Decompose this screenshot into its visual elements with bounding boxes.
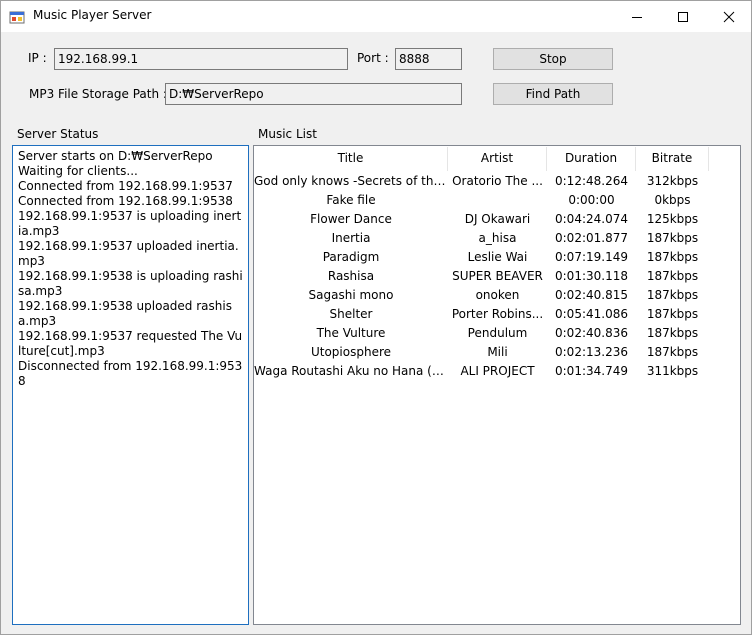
music-list-row[interactable]: Inertia a_hisa 0:02:01.877 187kbps [254,229,740,248]
music-list-row[interactable]: Utopiosphere Mili 0:02:13.236 187kbps [254,343,740,362]
close-icon [723,11,735,22]
ip-field[interactable]: 192.168.99.1 [54,48,348,70]
path-label: MP3 File Storage Path : [29,87,167,101]
track-bitrate: 187kbps [646,250,699,264]
column-header-title[interactable]: Title [254,147,448,171]
track-artist: DJ Okawari [464,212,531,226]
track-bitrate: 187kbps [646,326,699,340]
music-list-heading: Music List [258,127,317,141]
status-log-line: 192.168.99.1:9538 uploaded rashisa.mp3 [18,299,232,328]
track-artist: Mili [487,345,508,359]
track-artist: Oratorio The ... [452,174,543,188]
track-title: Flower Dance [310,212,392,226]
track-artist: Porter Robins... [451,307,544,321]
music-list-row[interactable]: Paradigm Leslie Wai 0:07:19.149 187kbps [254,248,740,267]
track-title: Rashisa [327,269,375,283]
music-list-row[interactable]: Sagashi mono onoken 0:02:40.815 187kbps [254,286,740,305]
status-log-line: 192.168.99.1:9538 is uploading rashisa.m… [18,269,243,298]
track-bitrate: 312kbps [646,174,699,188]
music-list[interactable]: Title Artist Duration Bitrate God only k… [253,145,741,625]
track-duration: 0:02:01.877 [555,231,628,245]
track-title: Sagashi mono [308,288,394,302]
track-title: The Vulture [316,326,386,340]
track-title: Waga Routashi Aku no Hana (T... [254,364,448,378]
port-label: Port : [357,51,389,65]
music-list-row[interactable]: The Vulture Pendulum 0:02:40.836 187kbps [254,324,740,343]
track-bitrate: 187kbps [646,345,699,359]
maximize-icon [678,11,688,22]
find-path-button[interactable]: Find Path [493,83,613,105]
track-bitrate: 187kbps [646,288,699,302]
window-title: Music Player Server [33,8,152,22]
track-artist: Pendulum [467,326,528,340]
status-log-line: 192.168.99.1:9537 is uploading inertia.m… [18,209,242,238]
track-artist [448,191,547,210]
server-status-heading: Server Status [17,127,99,141]
column-header-artist[interactable]: Artist [448,147,547,171]
track-bitrate: 187kbps [646,231,699,245]
track-duration: 0:07:19.149 [555,250,628,264]
track-duration: 0:02:13.236 [555,345,628,359]
track-artist: onoken [475,288,520,302]
app-icon [9,11,25,24]
track-bitrate: 187kbps [646,269,699,283]
track-duration: 0:12:48.264 [555,174,628,188]
ip-label: IP : [28,51,47,65]
track-bitrate: 187kbps [646,307,699,321]
track-duration: 0:01:34.749 [555,364,628,378]
track-title: Shelter [329,307,373,321]
track-duration: 0:05:41.086 [555,307,628,321]
track-artist: Leslie Wai [467,250,528,264]
track-duration: 0:02:40.836 [555,326,628,340]
track-artist: a_hisa [478,231,517,245]
track-bitrate: 311kbps [646,364,699,378]
track-duration: 0:04:24.074 [555,212,628,226]
track-title: Fake file [326,193,376,207]
track-duration: 0:00:00 [568,193,615,207]
maximize-button[interactable] [660,1,706,32]
status-log-line: Waiting for clients... [18,164,138,178]
track-artist: ALI PROJECT [460,364,535,378]
music-list-row[interactable]: Waga Routashi Aku no Hana (T... ALI PROJE… [254,362,740,381]
track-duration: 0:02:40.815 [555,288,628,302]
minimize-button[interactable] [614,1,660,32]
track-bitrate: 0kbps [654,193,691,207]
main-window: Music Player Server IP : 192.168.99.1 Po… [0,0,752,635]
status-log-line: Connected from 192.168.99.1:9538 [18,194,233,208]
column-header-duration[interactable]: Duration [547,147,636,171]
music-list-row[interactable]: Flower Dance DJ Okawari 0:04:24.074 125kbps [254,210,740,229]
track-bitrate: 125kbps [646,212,699,226]
track-artist: SUPER BEAVER [452,269,543,283]
track-duration: 0:01:30.118 [555,269,628,283]
server-status-log[interactable]: Server starts on D:₩ServerRepo Waiting fo… [12,145,249,625]
status-log-line: 192.168.99.1:9537 uploaded inertia.mp3 [18,239,239,268]
title-bar[interactable]: Music Player Server [1,1,751,32]
track-title: God only knows -Secrets of the... [254,174,448,188]
status-log-line: Connected from 192.168.99.1:9537 [18,179,233,193]
music-list-row[interactable]: God only knows -Secrets of the... Oratori… [254,172,740,191]
music-list-row[interactable]: Shelter Porter Robins... 0:05:41.086 187kbp… [254,305,740,324]
close-button[interactable] [706,1,752,32]
column-header-bitrate[interactable]: Bitrate [636,147,709,171]
track-title: Inertia [331,231,371,245]
port-field[interactable]: 8888 [395,48,462,70]
track-title: Paradigm [322,250,380,264]
stop-button[interactable]: Stop [493,48,613,70]
track-title: Utopiosphere [310,345,392,359]
status-log-line: Disconnected from 192.168.99.1:9538 [18,359,243,388]
status-log-line: Server starts on D:₩ServerRepo [18,149,213,163]
music-list-row[interactable]: Fake file 0:00:00 0kbps [254,191,740,210]
storage-path-field[interactable]: D:₩ServerRepo [165,83,462,105]
minimize-icon [632,16,642,18]
music-list-row[interactable]: Rashisa SUPER BEAVER 0:01:30.118 187kbps [254,267,740,286]
status-log-line: 192.168.99.1:9537 requested The Vulture[… [18,329,243,358]
